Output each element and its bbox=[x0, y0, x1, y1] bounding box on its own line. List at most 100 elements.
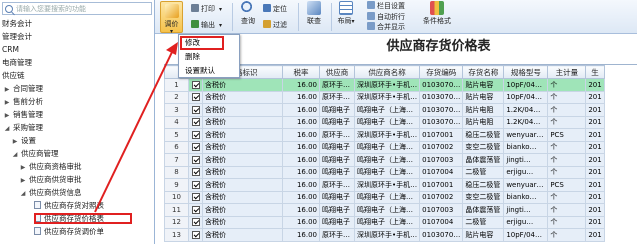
cell-code[interactable]: 0103070… bbox=[419, 90, 464, 104]
cell-code[interactable]: 0107001 bbox=[419, 128, 464, 142]
cell-unit[interactable]: 个 bbox=[547, 203, 587, 217]
cell-tax[interactable]: 16.00 bbox=[282, 128, 320, 142]
sidebar-item[interactable]: 电商管理 bbox=[2, 57, 32, 69]
cell-code[interactable]: 0103070… bbox=[419, 228, 464, 242]
cell-vname[interactable]: 鸣翔电子（上海… bbox=[353, 153, 421, 167]
cell-name[interactable]: 贴片电阻 bbox=[462, 103, 505, 117]
row-checkbox-cell[interactable] bbox=[188, 203, 203, 217]
cell-vname[interactable]: 鸣翔电子（上海… bbox=[353, 215, 421, 229]
row-checkbox-cell[interactable] bbox=[188, 228, 203, 242]
sidebar-item[interactable]: ▶ 销售管理 bbox=[4, 109, 43, 121]
cell-flag[interactable]: 含税价 bbox=[202, 140, 283, 154]
table-row[interactable]: 8 含税价 16.00 鸣翔电子 鸣翔电子（上海… 0107004 二极管 erjigu… 个 2… bbox=[164, 165, 605, 179]
cell-code[interactable]: 0107003 bbox=[419, 153, 464, 167]
cell-flag[interactable]: 含税价 bbox=[202, 228, 283, 242]
column-header[interactable]: 供应商名称 bbox=[353, 65, 421, 79]
sidebar-item[interactable]: CRM bbox=[2, 44, 19, 56]
cell-tax[interactable]: 16.00 bbox=[282, 78, 320, 92]
cell-tax[interactable]: 16.00 bbox=[282, 178, 320, 192]
row-checkbox-cell[interactable] bbox=[188, 78, 203, 92]
table-row[interactable]: 4 含税价 16.00 鸣翔电子 鸣翔电子（上海… 0103070… 贴片电阻 1.2K/04… bbox=[164, 115, 605, 129]
cell-spec[interactable]: jingti… bbox=[503, 153, 549, 167]
cell-vname[interactable]: 鸣翔电子（上海… bbox=[353, 203, 421, 217]
cell-name[interactable]: 二极管 bbox=[462, 165, 505, 179]
cell-d[interactable]: 201 bbox=[585, 178, 605, 192]
cell-tax[interactable]: 16.00 bbox=[282, 103, 320, 117]
cell-unit[interactable]: PCS bbox=[547, 178, 587, 192]
column-settings-button[interactable]: 栏目设置 bbox=[367, 1, 405, 11]
cell-flag[interactable]: 含税价 bbox=[202, 153, 283, 167]
sidebar-item[interactable]: 管理会计 bbox=[2, 31, 32, 43]
checkbox[interactable] bbox=[191, 130, 200, 139]
table-row[interactable]: 7 含税价 16.00 鸣翔电子 鸣翔电子（上海… 0107003 晶体震荡管 jingti…… bbox=[164, 153, 605, 167]
layout-button[interactable]: 布局▾ bbox=[335, 1, 357, 33]
cell-vendor[interactable]: 鸣翔电子 bbox=[319, 115, 355, 129]
sidebar-item[interactable]: ▶ 供应商供货审批 bbox=[20, 174, 82, 186]
cell-vendor[interactable]: 鸣翔电子 bbox=[319, 190, 355, 204]
cell-name[interactable]: 变空二极管 bbox=[462, 140, 505, 154]
column-header[interactable]: 规格型号 bbox=[503, 65, 549, 79]
table-row[interactable]: 13 含税价 16.00 原环手… 深圳原环手•手机… 0103070… 贴片电容 10pF/… bbox=[164, 228, 605, 242]
cell-d[interactable]: 201 bbox=[585, 140, 605, 154]
table-row[interactable]: 3 含税价 16.00 鸣翔电子 鸣翔电子（上海… 0103070… 贴片电阻 1.2K/04… bbox=[164, 103, 605, 117]
cell-unit[interactable]: 个 bbox=[547, 103, 587, 117]
expand-arrow-icon[interactable]: ▶ bbox=[20, 175, 26, 187]
cell-name[interactable]: 稳压二极管 bbox=[462, 178, 505, 192]
table-row[interactable]: 2 含税价 16.00 原环手… 深圳原环手•手机… 0103070… 贴片电容 10pF/0… bbox=[164, 90, 605, 104]
cell-d[interactable]: 201 bbox=[585, 215, 605, 229]
cell-d[interactable]: 201 bbox=[585, 78, 605, 92]
cell-spec[interactable]: 10pF/04… bbox=[503, 90, 549, 104]
cell-code[interactable]: 0103070… bbox=[419, 103, 464, 117]
table-row[interactable]: 6 含税价 16.00 鸣翔电子 鸣翔电子（上海… 0107002 变空二极管 bianko…… bbox=[164, 140, 605, 154]
cell-name[interactable]: 稳压二极管 bbox=[462, 128, 505, 142]
table-row[interactable]: 9 含税价 16.00 原环手… 深圳原环手•手机… 0107001 稳压二极管 wenyua… bbox=[164, 178, 605, 192]
cell-spec[interactable]: 1.2K/04… bbox=[503, 115, 549, 129]
checkbox[interactable] bbox=[191, 230, 200, 239]
cell-spec[interactable]: erjigu… bbox=[503, 215, 549, 229]
cell-vendor[interactable]: 原环手… bbox=[319, 78, 355, 92]
cell-name[interactable]: 二极管 bbox=[462, 215, 505, 229]
row-checkbox-cell[interactable] bbox=[188, 140, 203, 154]
column-header[interactable]: 主计量 bbox=[547, 65, 587, 79]
cell-vname[interactable]: 鸣翔电子（上海… bbox=[353, 140, 421, 154]
cell-vendor[interactable]: 鸣翔电子 bbox=[319, 103, 355, 117]
cell-d[interactable]: 201 bbox=[585, 115, 605, 129]
cell-flag[interactable]: 含税价 bbox=[202, 103, 283, 117]
cell-code[interactable]: 0107002 bbox=[419, 140, 464, 154]
collapse-arrow-icon[interactable]: ◢ bbox=[20, 188, 26, 200]
cell-tax[interactable]: 16.00 bbox=[282, 190, 320, 204]
cell-flag[interactable]: 含税价 bbox=[202, 203, 283, 217]
cell-code[interactable]: 0103070… bbox=[419, 78, 464, 92]
cell-name[interactable]: 贴片电容 bbox=[462, 228, 505, 242]
menu-item-set-default[interactable]: 设置默认 bbox=[179, 65, 239, 77]
cell-unit[interactable]: 个 bbox=[547, 90, 587, 104]
cell-vname[interactable]: 鸣翔电子（上海… bbox=[353, 165, 421, 179]
cell-d[interactable]: 201 bbox=[585, 190, 605, 204]
cell-tax[interactable]: 16.00 bbox=[282, 215, 320, 229]
table-row[interactable]: 12 含税价 16.00 鸣翔电子 鸣翔电子（上海… 0107004 二极管 erjigu… 个… bbox=[164, 215, 605, 229]
sidebar-item[interactable]: ◢ 采购管理 bbox=[4, 122, 43, 134]
expand-arrow-icon[interactable]: ▶ bbox=[20, 162, 26, 174]
cell-vendor[interactable]: 原环手… bbox=[319, 228, 355, 242]
checkbox[interactable] bbox=[191, 143, 200, 152]
column-header[interactable]: 存货名称 bbox=[462, 65, 505, 79]
row-checkbox-cell[interactable] bbox=[188, 115, 203, 129]
cell-d[interactable]: 201 bbox=[585, 228, 605, 242]
table-row[interactable]: 1 含税价 16.00 原环手… 深圳原环手•手机… 0103070… 贴片电容 10pF/0… bbox=[164, 78, 605, 92]
cell-spec[interactable]: bianko… bbox=[503, 140, 549, 154]
menu-item-delete[interactable]: 删除 bbox=[179, 51, 239, 63]
table-row[interactable]: 5 含税价 16.00 原环手… 深圳原环手•手机… 0107001 稳压二极管 wenyua… bbox=[164, 128, 605, 142]
cell-unit[interactable]: 个 bbox=[547, 140, 587, 154]
cell-tax[interactable]: 16.00 bbox=[282, 153, 320, 167]
cell-vendor[interactable]: 鸣翔电子 bbox=[319, 153, 355, 167]
row-checkbox-cell[interactable] bbox=[188, 190, 203, 204]
row-checkbox-cell[interactable] bbox=[188, 215, 203, 229]
checkbox[interactable] bbox=[191, 205, 200, 214]
row-checkbox-cell[interactable] bbox=[188, 128, 203, 142]
row-checkbox-cell[interactable] bbox=[188, 103, 203, 117]
query-button[interactable]: 查询 bbox=[237, 1, 259, 33]
cell-name[interactable]: 晶体震荡管 bbox=[462, 153, 505, 167]
tiaojia-button[interactable]: 调价 ▾ bbox=[160, 1, 183, 35]
sidebar-item[interactable]: 供应链 bbox=[2, 70, 25, 82]
cell-d[interactable]: 201 bbox=[585, 203, 605, 217]
